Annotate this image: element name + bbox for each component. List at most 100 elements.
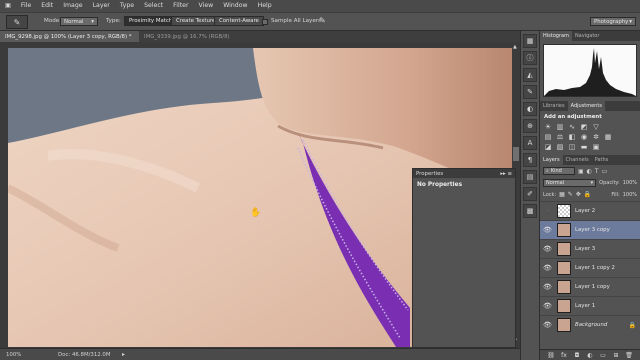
scroll-up-icon[interactable]: ▲ xyxy=(513,44,519,50)
fill-value[interactable]: 100% xyxy=(623,192,637,198)
eye-hidden-icon[interactable]: · xyxy=(543,207,552,216)
lock-icon: 🔒 xyxy=(628,321,636,329)
layer-row-layer-2[interactable]: · Layer 2 xyxy=(540,201,640,220)
tab-histogram[interactable]: Histogram xyxy=(540,31,572,41)
workspace-select[interactable]: Photography ▾ xyxy=(590,17,636,26)
menu-select[interactable]: Select xyxy=(139,0,168,12)
vibrance-icon[interactable]: ▽ xyxy=(592,123,600,131)
invert-icon[interactable]: ◪ xyxy=(544,143,552,151)
menu-file[interactable]: File xyxy=(16,0,36,12)
tab-img-9298[interactable]: IMG_9298.jpg @ 100% (Layer 3 copy, RGB/8… xyxy=(0,31,139,42)
layers-icon[interactable]: ▤ xyxy=(523,170,537,184)
menu-window[interactable]: Window xyxy=(218,0,252,12)
brightness-icon[interactable]: ☀ xyxy=(544,123,552,131)
opacity-value[interactable]: 100% xyxy=(623,180,637,186)
lock-transparent-icon[interactable]: ▦ xyxy=(559,191,565,198)
gradient-map-icon[interactable]: ▬ xyxy=(580,143,588,151)
tab-img-9339[interactable]: IMG_9339.jpg @ 16.7% (RGB/8) xyxy=(139,31,259,42)
selective-color-icon[interactable]: ▣ xyxy=(592,143,600,151)
eye-icon[interactable]: 👁 xyxy=(543,321,552,330)
scroll-thumb[interactable] xyxy=(513,147,519,161)
layer-row-layer-1[interactable]: 👁 Layer 1 xyxy=(540,296,640,315)
menu-filter[interactable]: Filter xyxy=(168,0,193,12)
layer-thumbnail xyxy=(557,280,571,294)
layer-row-layer-3-copy[interactable]: 👁 Layer 3 copy xyxy=(540,220,640,239)
link-layers-icon[interactable]: ⛓ xyxy=(547,352,555,359)
search-icon: ⌕ xyxy=(546,168,549,174)
new-layer-icon[interactable]: ⊞ xyxy=(613,352,619,359)
eye-icon[interactable]: 👁 xyxy=(543,226,552,235)
sample-all-layers-checkbox[interactable] xyxy=(262,19,268,25)
kind-filter-select[interactable]: ⌕ Kind xyxy=(543,167,575,175)
swatches-icon[interactable]: ▩ xyxy=(523,204,537,218)
color-balance-icon[interactable]: ⚖ xyxy=(556,133,564,141)
menu-type[interactable]: Type xyxy=(115,0,139,12)
character-icon[interactable]: A xyxy=(523,136,537,150)
paragraph-icon[interactable]: ¶ xyxy=(523,153,537,167)
ps-logo-icon[interactable]: ▣ xyxy=(0,0,16,12)
brush-icon: ✎ xyxy=(13,17,21,27)
menu-layer[interactable]: Layer xyxy=(88,0,115,12)
color-lookup-icon[interactable]: ▦ xyxy=(604,133,612,141)
menu-edit[interactable]: Edit xyxy=(36,0,58,12)
delete-layer-icon[interactable]: 🗑 xyxy=(625,352,633,359)
filter-adjust-icon[interactable]: ◐ xyxy=(587,168,592,175)
lock-move-icon[interactable]: ✥ xyxy=(576,191,581,198)
create-texture-button[interactable]: Create Texture xyxy=(171,16,221,26)
tab-navigator[interactable]: Navigator xyxy=(572,31,602,41)
new-adjustment-icon[interactable]: ◐ xyxy=(587,352,593,359)
menu-image[interactable]: Image xyxy=(58,0,87,12)
filter-pixel-icon[interactable]: ▣ xyxy=(578,168,584,175)
tab-channels[interactable]: Channels xyxy=(563,155,592,165)
mode-select[interactable]: Normal ▾ xyxy=(60,17,98,26)
tab-adjustments[interactable]: Adjustments xyxy=(567,101,605,111)
lock-all-icon[interactable]: 🔒 xyxy=(584,191,591,198)
layer-style-icon[interactable]: fx xyxy=(561,352,567,359)
pressure-icon[interactable]: ✎ xyxy=(319,16,326,25)
filter-shape-icon[interactable]: ▭ xyxy=(602,168,608,175)
clone-source-icon[interactable]: ⊕ xyxy=(523,119,537,133)
hue-saturation-icon[interactable]: ▤ xyxy=(544,133,552,141)
properties-header[interactable]: Properties ▸▸ ≡ xyxy=(413,169,515,178)
tool-preset-picker[interactable]: ✎ xyxy=(6,15,28,29)
eye-icon[interactable]: 👁 xyxy=(543,264,552,273)
fill-label: Fill: xyxy=(611,191,620,198)
new-group-icon[interactable]: ▭ xyxy=(600,352,606,359)
exposure-icon[interactable]: ◩ xyxy=(580,123,588,131)
add-mask-icon[interactable]: ◘ xyxy=(574,352,580,359)
info-icon[interactable]: ⓘ xyxy=(523,51,537,65)
channel-mixer-icon[interactable]: ✲ xyxy=(592,133,600,141)
proximity-match-button[interactable]: Proximity Match xyxy=(124,16,178,26)
zoom-level[interactable]: 100% xyxy=(6,352,21,358)
photo-filter-icon[interactable]: ◉ xyxy=(580,133,588,141)
brush-presets-icon[interactable]: ✎ xyxy=(523,85,537,99)
layer-row-layer-3[interactable]: 👁 Layer 3 xyxy=(540,239,640,258)
tab-paths[interactable]: Paths xyxy=(592,155,612,165)
filter-type-icon[interactable]: T xyxy=(595,168,599,175)
properties-panel: Properties ▸▸ ≡ No Properties xyxy=(412,168,516,348)
eye-icon[interactable]: 👁 xyxy=(543,302,552,311)
tab-libraries[interactable]: Libraries xyxy=(540,101,568,111)
curves-icon[interactable]: ∿ xyxy=(568,123,576,131)
posterize-icon[interactable]: ▨ xyxy=(556,143,564,151)
layer-row-layer-1-copy[interactable]: 👁 Layer 1 copy xyxy=(540,277,640,296)
adjustments-icon[interactable]: ◐ xyxy=(523,102,537,116)
panel-collapse-icon[interactable]: ▸▸ ≡ xyxy=(500,171,512,177)
menu-view[interactable]: View xyxy=(194,0,219,12)
histogram-icon[interactable]: ▦ xyxy=(523,34,537,48)
eye-icon[interactable]: 👁 xyxy=(543,245,552,254)
black-white-icon[interactable]: ◧ xyxy=(568,133,576,141)
status-menu-arrow-icon[interactable]: ▸ xyxy=(122,351,125,358)
menu-help[interactable]: Help xyxy=(253,0,277,12)
levels-icon[interactable]: ▥ xyxy=(556,123,564,131)
layer-row-layer-1-copy-2[interactable]: 👁 Layer 1 copy 2 xyxy=(540,258,640,277)
blend-mode-select[interactable]: Normal ▾ xyxy=(543,179,597,187)
threshold-icon[interactable]: ◫ xyxy=(568,143,576,151)
eye-icon[interactable]: 👁 xyxy=(543,283,552,292)
tab-layers[interactable]: Layers xyxy=(540,155,563,165)
content-aware-button[interactable]: Content-Aware xyxy=(214,16,264,26)
layer-row-background[interactable]: 👁 Background 🔒 xyxy=(540,315,640,334)
navigator-icon[interactable]: ◭ xyxy=(523,68,537,82)
lock-brush-icon[interactable]: ✎ xyxy=(568,191,573,198)
paths-icon[interactable]: ✐ xyxy=(523,187,537,201)
